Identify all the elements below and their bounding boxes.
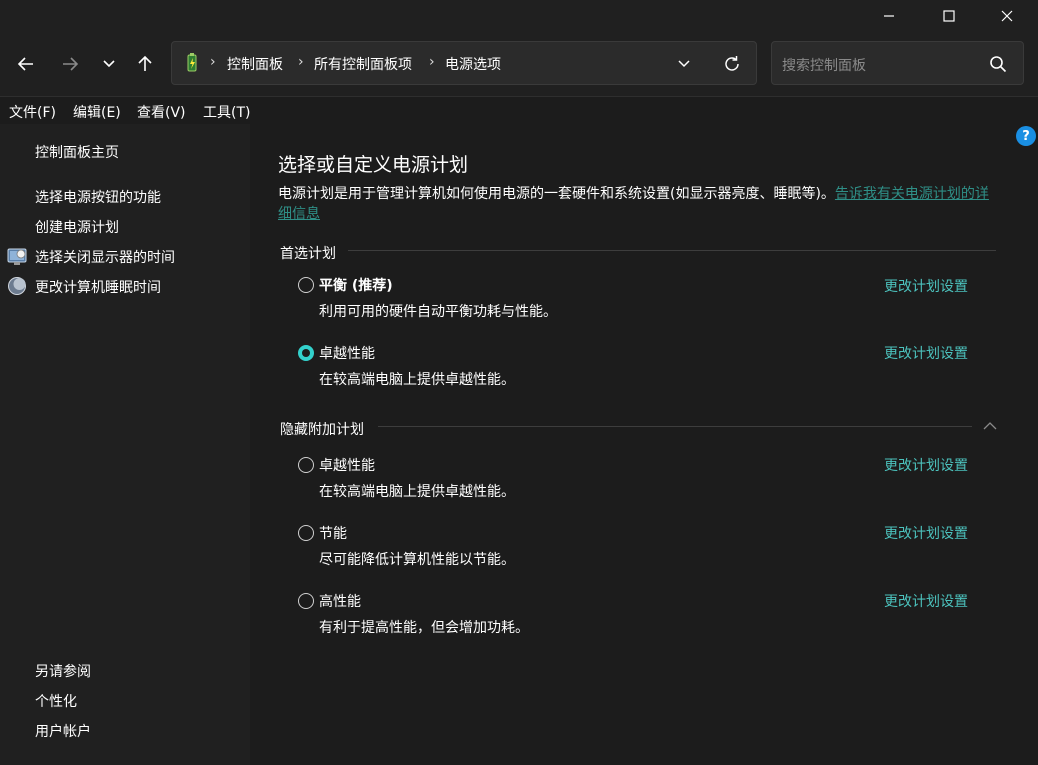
change-plan-settings-link[interactable]: 更改计划设置 [884, 523, 968, 543]
help-button[interactable]: ? [1016, 126, 1036, 146]
plan-desc-ultimate-performance: 在较高端电脑上提供卓越性能。 [319, 372, 515, 388]
display-shield-icon [7, 248, 27, 265]
menu-file[interactable]: 文件(F) [9, 102, 56, 122]
power-options-icon [187, 53, 197, 72]
change-plan-settings-link[interactable]: 更改计划设置 [884, 343, 968, 363]
forward-button[interactable] [55, 49, 85, 79]
page-description: 电源计划是用于管理计算机如何使用电源的一套硬件和系统设置(如显示器亮度、睡眠等)… [278, 184, 998, 224]
plan-radio-power-saver[interactable] [298, 525, 314, 541]
plan-name-power-saver[interactable]: 节能 [319, 523, 347, 543]
chevron-down-icon [678, 60, 690, 68]
description-text: 电源计划是用于管理计算机如何使用电源的一套硬件和系统设置(如显示器亮度、睡眠等)… [278, 186, 835, 202]
section-divider [348, 250, 996, 251]
menu-tools[interactable]: 工具(T) [203, 102, 250, 122]
breadcrumb-separator: › [429, 54, 435, 70]
change-plan-settings-link[interactable]: 更改计划设置 [884, 276, 968, 296]
chevron-down-icon [103, 60, 115, 68]
navigation-bar: › 控制面板 › 所有控制面板项 › 电源选项 搜索控制面板 [0, 32, 1038, 96]
arrow-left-icon [17, 57, 33, 71]
plan-desc-high-performance: 有利于提高性能，但会增加功耗。 [319, 620, 529, 636]
plan-name-high-performance[interactable]: 高性能 [319, 591, 361, 611]
breadcrumb-separator: › [298, 54, 304, 70]
minimize-button[interactable] [866, 0, 912, 32]
address-bar[interactable]: › 控制面板 › 所有控制面板项 › 电源选项 [171, 41, 757, 85]
plan-desc-power-saver: 尽可能降低计算机性能以节能。 [319, 552, 515, 568]
recent-locations-button[interactable] [94, 49, 124, 79]
breadcrumb-power-options[interactable]: 电源选项 [445, 54, 501, 74]
plan-name-balanced[interactable]: 平衡 (推荐) [319, 275, 393, 295]
plan-radio-balanced[interactable] [298, 277, 314, 293]
breadcrumb-control-panel[interactable]: 控制面板 [227, 54, 283, 74]
maximize-button[interactable] [926, 0, 972, 32]
refresh-icon [725, 56, 739, 71]
menu-edit[interactable]: 编辑(E) [73, 102, 121, 122]
task-pane: 控制面板主页 选择电源按钮的功能 创建电源计划 选择关闭显示器的时间 更改计算机… [0, 124, 250, 765]
search-placeholder[interactable]: 搜索控制面板 [782, 55, 866, 75]
refresh-button[interactable] [720, 52, 744, 76]
title-bar [0, 0, 1038, 32]
change-plan-settings-link[interactable]: 更改计划设置 [884, 455, 968, 475]
plan-radio-ultimate-performance-hidden[interactable] [298, 457, 314, 473]
section-divider [378, 426, 972, 427]
plan-name-ultimate-performance-hidden[interactable]: 卓越性能 [319, 455, 375, 475]
see-also-heading: 另请参阅 [35, 664, 91, 680]
plan-desc-balanced: 利用可用的硬件自动平衡功耗与性能。 [319, 304, 557, 320]
plan-name-ultimate-performance[interactable]: 卓越性能 [319, 343, 375, 363]
menu-bar: 文件(F) 编辑(E) 查看(V) 工具(T) [0, 96, 1038, 124]
up-button[interactable] [130, 49, 160, 79]
search-icon [990, 56, 1007, 73]
personalization-link[interactable]: 个性化 [35, 691, 77, 711]
change-plan-settings-link[interactable]: 更改计划设置 [884, 591, 968, 611]
back-button[interactable] [11, 49, 41, 79]
moon-sleep-icon [8, 277, 26, 295]
hidden-plans-heading: 隐藏附加计划 [280, 422, 364, 438]
minimize-icon [884, 15, 894, 17]
arrow-right-icon [63, 57, 79, 71]
change-sleep-time-link[interactable]: 更改计算机睡眠时间 [35, 277, 161, 297]
breadcrumb-all-items[interactable]: 所有控制面板项 [314, 54, 412, 74]
address-history-button[interactable] [672, 52, 696, 76]
close-button[interactable] [984, 0, 1030, 32]
maximize-icon [943, 10, 955, 22]
create-power-plan-link[interactable]: 创建电源计划 [35, 217, 119, 237]
close-icon [1001, 10, 1013, 22]
user-accounts-link[interactable]: 用户帐户 [35, 721, 91, 741]
page-title: 选择或自定义电源计划 [278, 154, 469, 176]
plan-radio-high-performance[interactable] [298, 593, 314, 609]
choose-power-button-link[interactable]: 选择电源按钮的功能 [35, 187, 161, 207]
preferred-plans-heading: 首选计划 [280, 246, 336, 262]
search-box[interactable]: 搜索控制面板 [771, 41, 1024, 85]
arrow-up-icon [138, 55, 152, 71]
search-button[interactable] [986, 52, 1010, 76]
plan-desc-ultimate-performance-hidden: 在较高端电脑上提供卓越性能。 [319, 484, 515, 500]
control-panel-home-link[interactable]: 控制面板主页 [35, 142, 119, 162]
choose-display-off-time-link[interactable]: 选择关闭显示器的时间 [35, 247, 175, 267]
chevron-up-icon[interactable] [982, 420, 998, 432]
breadcrumb-separator: › [210, 54, 216, 70]
main-content: ? 选择或自定义电源计划 电源计划是用于管理计算机如何使用电源的一套硬件和系统设… [250, 124, 1038, 765]
menu-view[interactable]: 查看(V) [137, 102, 186, 122]
plan-radio-ultimate-performance[interactable] [298, 345, 314, 361]
